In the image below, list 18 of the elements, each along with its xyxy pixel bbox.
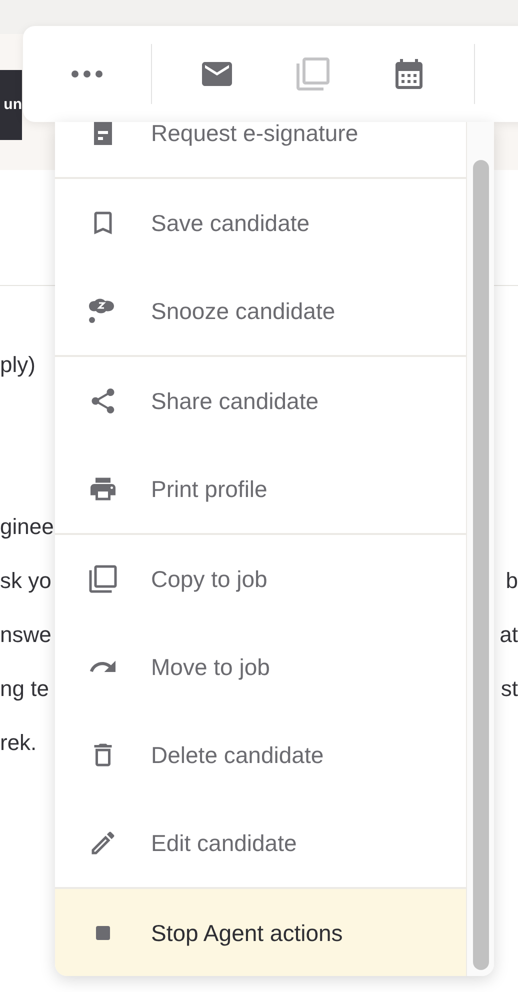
body-text: sk yo	[0, 570, 52, 592]
scrollbar[interactable]	[466, 122, 494, 976]
body-text: ng te	[0, 678, 49, 700]
menu-item[interactable]: Stop Agent actions	[55, 889, 466, 976]
body-text: ginee	[0, 516, 54, 538]
more-icon	[71, 70, 103, 78]
body-text: st	[500, 678, 518, 700]
body-text: ply)	[0, 354, 36, 376]
body-text: b	[506, 570, 518, 592]
body-text: nswe	[0, 624, 52, 646]
body-text: rek.	[0, 732, 37, 754]
button-fragment[interactable]: un	[0, 70, 22, 140]
scrollbar-thumb[interactable]	[472, 160, 488, 970]
copy-icon	[295, 56, 331, 92]
copy-icon	[88, 564, 118, 594]
menu-item[interactable]: Request e-signature	[55, 122, 466, 177]
body-text: at	[500, 624, 518, 646]
stop-icon	[95, 925, 111, 941]
